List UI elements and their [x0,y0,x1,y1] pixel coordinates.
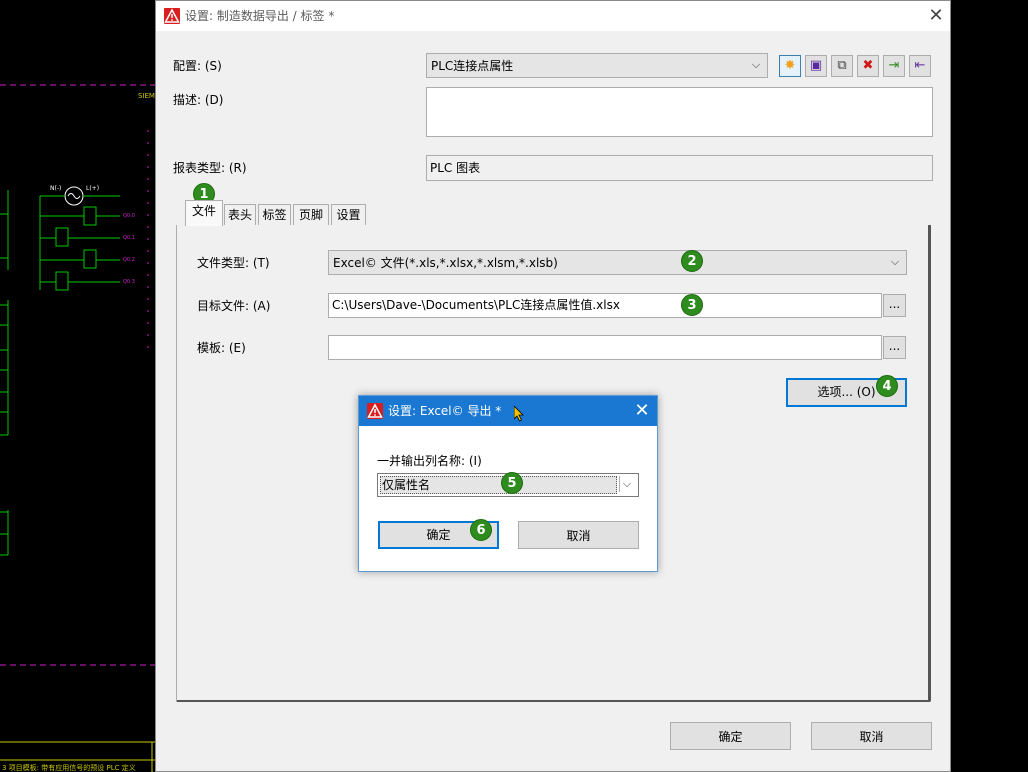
copy-icon[interactable]: ⧉ [831,55,853,77]
chevron-down-icon: ⌵ [751,58,761,71]
svg-text:N(-): N(-) [50,185,61,192]
target-browse-button[interactable]: ... [883,294,906,317]
svg-text:Q0.0: Q0.0 [123,213,135,219]
new-icon-glyph: ✸ [784,58,796,73]
import-icon[interactable]: ⇥ [883,55,905,77]
dialog-body: 一并输出列名称: (I) 仅属性名 ⌵ 确定 取消 5 6 [359,426,657,571]
save-icon-glyph: ▣ [809,58,823,73]
report-type-field: PLC 图表 [426,155,933,181]
file-type-label: 文件类型: (T) [197,256,270,270]
svg-text:L(+): L(+) [86,185,99,192]
target-file-field[interactable]: C:\Users\Dave-\Documents\PLC连接点属性值.xlsx [328,293,882,318]
step-badge: 6 [470,519,492,541]
tab-footer[interactable]: 页脚 [293,204,329,226]
chevron-down-icon: ⌵ [619,476,634,492]
copy-icon-glyph: ⧉ [837,58,847,73]
close-icon[interactable]: ✕ [926,7,946,25]
tab-labels[interactable]: 标签 [258,204,291,226]
chevron-down-icon: ⌵ [890,255,900,268]
brand-text: SIEM [138,92,155,100]
title-bar: 设置: 制造数据导出 / 标签 * ✕ [156,1,950,31]
svg-text:Q0.3: Q0.3 [123,279,135,285]
save-icon[interactable]: ▣ [805,55,827,77]
import-icon-glyph: ⇥ [888,58,900,73]
dialog-title: 设置: Excel© 导出 * [388,404,502,418]
config-select[interactable]: PLC连接点属性 ⌵ [426,53,768,78]
file-type-select[interactable]: Excel© 文件(*.xls,*.xlsx,*.xlsm,*.xlsb) ⌵ [328,250,907,275]
dialog-cancel-button[interactable]: 取消 [518,521,639,549]
svg-text:Q0.2: Q0.2 [123,257,135,263]
schematic-drawing: SIEM N(-) L(+) Q0.0 Q0.1 Q0.2 Q0.3 3 项目模… [0,84,155,772]
step-badge: 2 [681,250,703,272]
template-browse-button[interactable]: ... [883,336,906,359]
delete-icon[interactable]: ✖ [857,55,879,77]
report-type-label: 报表类型: (R) [173,161,247,175]
status-text: 3 项目模板: 带有应用信号的预设 PLC 定义 [2,763,136,772]
config-label: 配置: (S) [173,59,222,73]
tab-file[interactable]: 文件 [185,200,223,226]
cancel-button[interactable]: 取消 [811,722,932,750]
ok-button[interactable]: 确定 [670,722,791,750]
settings-window: 设置: 制造数据导出 / 标签 * ✕ 配置: (S) PLC连接点属性 ⌵ ✸… [155,0,951,772]
delete-icon-glyph: ✖ [862,58,874,73]
mouse-cursor-icon [513,405,526,422]
app-warning-icon [367,403,383,419]
step-badge: 3 [681,294,703,316]
step-badge: 4 [876,375,898,397]
step-badge: 5 [501,472,523,494]
window-title: 设置: 制造数据导出 / 标签 * [185,9,335,23]
template-field[interactable] [328,335,882,360]
tab-header[interactable]: 表头 [224,204,256,226]
file-type-value: Excel© 文件(*.xls,*.xlsx,*.xlsm,*.xlsb) [333,256,558,270]
tab-settings[interactable]: 设置 [331,204,366,226]
dialog-close-icon[interactable]: ✕ [632,402,652,420]
target-file-value: C:\Users\Dave-\Documents\PLC连接点属性值.xlsx [332,298,620,312]
excel-export-dialog: 设置: Excel© 导出 * ✕ 一并输出列名称: (I) 仅属性名 ⌵ 确定… [358,395,658,572]
svg-text:Q0.1: Q0.1 [123,235,135,241]
config-value: PLC连接点属性 [431,59,514,73]
template-label: 模板: (E) [197,341,246,355]
description-label: 描述: (D) [173,93,224,107]
report-type-value: PLC 图表 [430,161,481,175]
export-icon-glyph: ⇤ [914,58,926,73]
target-file-label: 目标文件: (A) [197,299,271,313]
description-field[interactable] [426,87,933,137]
output-columns-label: 一并输出列名称: (I) [377,454,482,468]
new-icon[interactable]: ✸ [779,55,801,77]
export-icon[interactable]: ⇤ [909,55,931,77]
dialog-title-bar: 设置: Excel© 导出 * ✕ [359,396,657,426]
output-columns-value: 仅属性名 [382,478,431,492]
app-warning-icon [164,8,180,24]
